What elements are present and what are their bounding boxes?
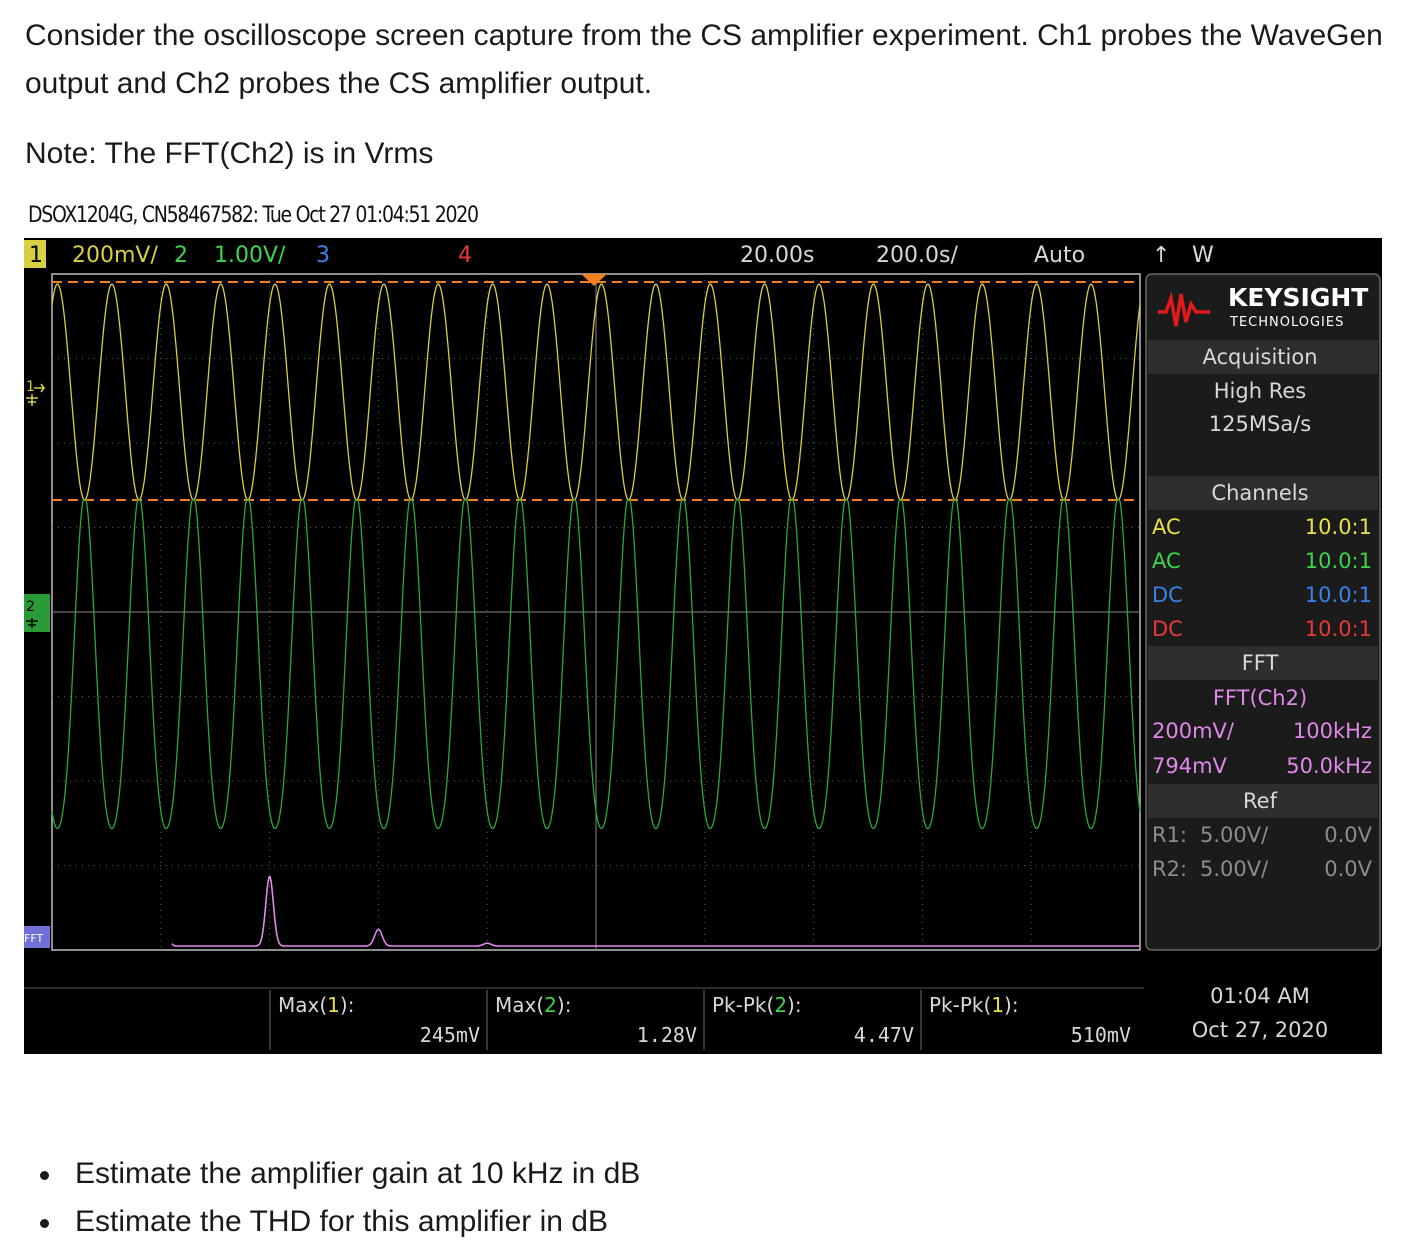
clock-date: Oct 27, 2020 [1192, 1018, 1329, 1042]
measurement-label-3: Pk-Pk(2): [712, 993, 802, 1017]
measurement-value-3: 4.47V [854, 1023, 914, 1047]
trigger-source[interactable]: W [1192, 243, 1214, 268]
measurement-label-1: Max(1): [278, 993, 354, 1017]
ch2-marker-label: 2 [26, 599, 35, 615]
time-delay[interactable]: 20.00s [740, 243, 814, 268]
ch1-number: 1 [29, 243, 43, 268]
right-panel: KEYSIGHT TECHNOLOGIES Acquisition High R… [1145, 273, 1381, 951]
task-list: Estimate the amplifier gain at 10 kHz in… [40, 1150, 640, 1246]
channel-probe-1: 10.0:1 [1305, 515, 1372, 539]
time-scale[interactable]: 200.0s/ [876, 243, 958, 268]
measurement-label-4: Pk-Pk(1): [929, 993, 1019, 1017]
question-intro: Consider the oscilloscope screen capture… [25, 19, 1383, 100]
measurement-value-2: 1.28V [637, 1023, 697, 1047]
trigger-slope-icon: ↑ [1152, 243, 1170, 268]
clock-time: 01:04 AM [1210, 984, 1310, 1008]
ch2-scale[interactable]: 1.00V/ [214, 243, 286, 268]
channel-coupling-4: DC [1152, 617, 1183, 641]
brand-sub: TECHNOLOGIES [1229, 315, 1344, 330]
ref-offset-1: 0.0V [1324, 823, 1372, 847]
scope-caption: DSOX1204G, CN58467582: Tue Oct 27 01:04:… [28, 203, 479, 228]
channel-coupling-3: DC [1152, 583, 1183, 607]
ch4-number[interactable]: 4 [458, 243, 472, 268]
channel-probe-4: 10.0:1 [1305, 617, 1372, 641]
fft-title: FFT [1242, 651, 1279, 675]
ch1-ground-marker[interactable]: 1 [26, 379, 46, 406]
fft-scale: 200mV/ [1152, 719, 1235, 743]
ch3-number[interactable]: 3 [316, 243, 330, 268]
trigger-mode[interactable]: Auto [1034, 243, 1085, 268]
measurement-value-1: 245mV [420, 1023, 480, 1047]
fft-center: 50.0kHz [1286, 754, 1372, 778]
oscilloscope-screen: 1 200mV/ 2 1.00V/ 3 4 20.00s 200.0s/ Aut… [24, 238, 1382, 1054]
channel-coupling-2: AC [1152, 549, 1181, 573]
measurement-label-2: Max(2): [495, 993, 571, 1017]
channels-title: Channels [1211, 481, 1308, 505]
ref-scale-2: 5.00V/ [1200, 857, 1269, 881]
fft-offset: 794mV [1152, 754, 1228, 778]
oscilloscope-display: 1 200mV/ 2 1.00V/ 3 4 20.00s 200.0s/ Aut… [24, 238, 1382, 1050]
ch2-number[interactable]: 2 [174, 243, 188, 268]
fft-marker-label: FFT [24, 932, 43, 945]
task-item-thd: Estimate the THD for this amplifier in d… [40, 1198, 640, 1246]
measurement-bar: Max(1): 245mV Max(2): 1.28V Pk-Pk(2): 4.47V Pk… [24, 984, 1328, 1050]
ref-scale-1: 5.00V/ [1200, 823, 1269, 847]
fft-source: FFT(Ch2) [1213, 686, 1307, 710]
acquisition-rate: 125MSa/s [1209, 412, 1311, 436]
ref-name-2: R2: [1152, 857, 1187, 881]
fft-marker[interactable]: FFT [24, 926, 50, 948]
ch1-marker-label: 1 [26, 379, 35, 395]
acquisition-mode: High Res [1214, 379, 1306, 403]
question-note: Note: The FFT(Ch2) is in Vrms [25, 137, 434, 170]
brand-name: KEYSIGHT [1228, 283, 1368, 312]
channel-probe-2: 10.0:1 [1305, 549, 1372, 573]
ref-offset-2: 0.0V [1324, 857, 1372, 881]
measurement-value-4: 510mV [1071, 1023, 1131, 1047]
acquisition-title: Acquisition [1202, 345, 1317, 369]
left-markers: 1 2 FFT [24, 379, 50, 948]
ref-name-1: R1: [1152, 823, 1187, 847]
ch2-ground-marker[interactable]: 2 [24, 594, 50, 632]
task-item-gain: Estimate the amplifier gain at 10 kHz in… [40, 1150, 640, 1198]
channel-probe-3: 10.0:1 [1305, 583, 1372, 607]
ch1-scale[interactable]: 200mV/ [72, 243, 158, 268]
ref-title: Ref [1243, 789, 1278, 813]
fft-span: 100kHz [1293, 719, 1372, 743]
channel-coupling-1: AC [1152, 515, 1181, 539]
